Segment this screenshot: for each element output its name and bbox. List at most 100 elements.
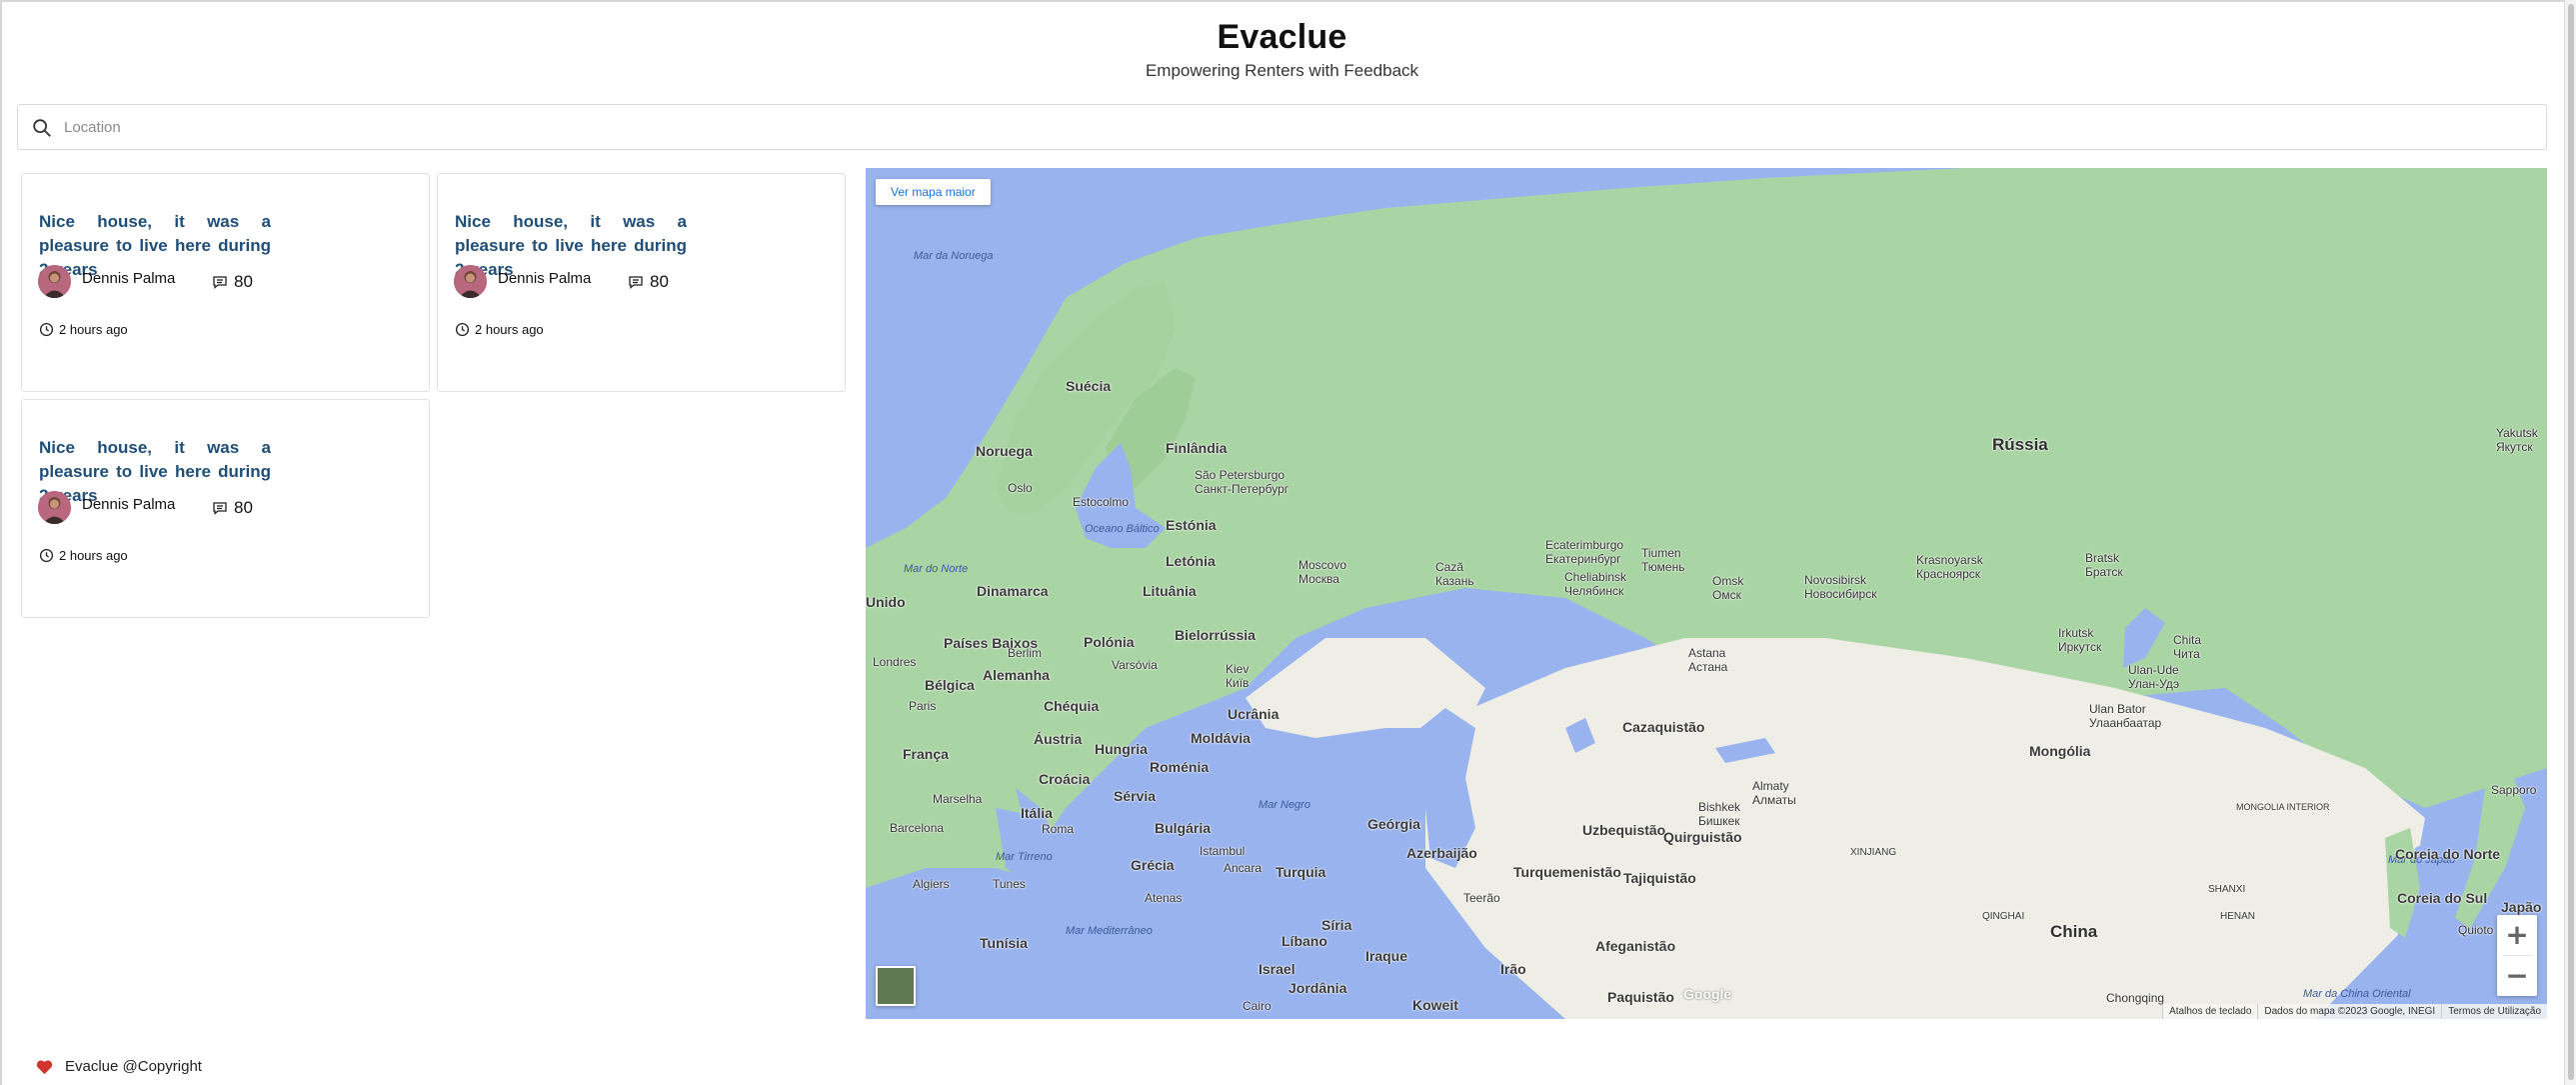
heart-icon <box>36 1059 53 1074</box>
map-label: Atenas <box>1145 891 1183 905</box>
map-zoom-controls: + − <box>2497 915 2537 996</box>
map-label: Hungria <box>1095 741 1148 757</box>
map-label: Astana Астана <box>1688 646 1728 674</box>
location-search-input[interactable] <box>64 105 2533 149</box>
map-geography <box>866 168 2547 1019</box>
map-label: Mar Negro <box>1259 799 1310 811</box>
map-label: Koweit <box>1412 997 1458 1013</box>
review-card[interactable]: Nice house, it was a pleasure to live he… <box>437 173 846 392</box>
map-label: Mar da China Oriental <box>2303 988 2411 1000</box>
map-label: Turquia <box>1276 864 1326 880</box>
larger-map-button[interactable]: Ver mapa maior <box>876 179 991 205</box>
review-card[interactable]: Nice house, it was a pleasure to live he… <box>21 173 430 392</box>
time-label: 2 hours ago <box>59 548 128 563</box>
review-time: 2 hours ago <box>39 548 128 563</box>
avatar <box>38 491 71 524</box>
comment-count: 80 <box>212 272 253 292</box>
map-label: França <box>903 746 949 762</box>
map-label: Líbano <box>1282 933 1327 949</box>
map-label: Cazaquistão <box>1622 719 1705 735</box>
map-label: Mar Tirreno <box>996 851 1053 863</box>
keyboard-shortcuts-link[interactable]: Atalhos de teclado <box>2162 1004 2257 1019</box>
map-label: Tunísia <box>980 935 1028 951</box>
app-title: Evaclue <box>1217 18 1347 56</box>
map-label: Mongólia <box>2029 743 2091 759</box>
map-label: Chéquia <box>1044 698 1100 714</box>
review-card[interactable]: Nice house, it was a pleasure to live he… <box>21 399 430 618</box>
map-label: Krasnoyarsk Красноярск <box>1916 553 1983 581</box>
map-label: Quirguistão <box>1663 829 1742 845</box>
map-label: Iraque <box>1365 948 1408 964</box>
map-label: XINJIANG <box>1850 847 1897 858</box>
avatar <box>454 265 487 298</box>
map-label: Bélgica <box>925 677 975 693</box>
map-label: Marselha <box>933 792 983 806</box>
comment-count-value: 80 <box>234 272 253 291</box>
terms-link[interactable]: Termos de Utilização <box>2441 1004 2547 1019</box>
comment-icon <box>213 502 227 515</box>
map-label: Polónia <box>1084 634 1135 650</box>
map-label: Sapporo <box>2491 783 2537 797</box>
comment-icon <box>213 276 227 289</box>
map-label: Grécia <box>1131 857 1175 873</box>
map-label: Yakutsk Якутск <box>2496 426 2538 454</box>
zoom-in-button[interactable]: + <box>2497 915 2537 955</box>
map-label: Tajiquistão <box>1623 870 1696 886</box>
scrollbar-thumb[interactable] <box>2568 4 2574 1080</box>
map-label: Itália <box>1021 805 1053 821</box>
time-label: 2 hours ago <box>475 322 544 337</box>
clock-icon <box>455 322 470 337</box>
map-label: Síria <box>1321 917 1352 933</box>
search-icon <box>33 119 51 137</box>
page-footer: Evaclue @Copyright <box>36 1058 202 1075</box>
map-label: Tunes <box>993 877 1026 891</box>
map-label: Turquemenistão <box>1513 864 1621 880</box>
map-label: Bishkek Бишкек <box>1698 800 1741 828</box>
map-label: Bielorrússia <box>1175 627 1256 643</box>
map-label: Suécia <box>1066 378 1112 394</box>
map-label: Croácia <box>1039 771 1091 787</box>
map-label: Uzbequistão <box>1582 822 1666 838</box>
map-label: Irão <box>1500 961 1526 977</box>
map-label: Chita Чита <box>2173 633 2202 661</box>
map-label: Estocolmo <box>1073 495 1130 509</box>
clock-icon <box>39 322 54 337</box>
page-scrollbar[interactable] <box>2564 0 2576 1085</box>
comment-count-value: 80 <box>650 272 669 291</box>
map-label: Kiev Київ <box>1226 662 1250 690</box>
map-label: China <box>2050 922 2098 941</box>
map-label: Ulan Bator Улаанбаатар <box>2089 702 2162 730</box>
map-attribution: Atalhos de teclado Dados do mapa ©2023 G… <box>2162 1004 2547 1019</box>
app-subtitle: Empowering Renters with Feedback <box>1145 61 1419 80</box>
map-data-credit: Dados do mapa ©2023 Google, INEGI <box>2257 1004 2441 1019</box>
map-label: Japão <box>2501 899 2542 915</box>
review-time: 2 hours ago <box>455 322 544 337</box>
zoom-out-button[interactable]: − <box>2497 956 2537 996</box>
map[interactable]: Ver mapa maior Mar da Noruega Mar do Nor… <box>866 168 2547 1019</box>
map-label: Algiers <box>913 877 950 891</box>
map-label: Chongqing <box>2106 991 2165 1005</box>
map-label: Coreia do Norte <box>2395 846 2501 862</box>
map-label: Jordânia <box>1288 980 1347 996</box>
clock-icon <box>39 548 54 563</box>
location-search <box>17 104 2547 150</box>
map-label: Mar do Norte <box>904 563 969 575</box>
map-label: Londres <box>873 655 917 669</box>
map-label: Geórgia <box>1367 816 1420 832</box>
map-label: Coreia do Sul <box>2397 890 2488 906</box>
map-label: Dinamarca <box>977 583 1049 599</box>
map-label: Teerão <box>1463 891 1500 905</box>
map-label: MONGOLIA INTERIOR <box>2236 802 2330 812</box>
map-label: Ecaterimburgo Екатеринбург <box>1545 538 1624 566</box>
author-name: Dennis Palma <box>82 496 176 513</box>
map-label: Unido <box>866 594 906 610</box>
map-label: Sérvia <box>1114 788 1157 804</box>
map-label: Roma <box>1042 822 1075 836</box>
copyright-text: Evaclue @Copyright <box>65 1058 202 1075</box>
map-label: Mar Mediterrâneo <box>1066 925 1153 937</box>
map-label: Ucrânia <box>1228 706 1280 722</box>
map-label: Quioto <box>2458 923 2494 937</box>
map-label: Irkutsk Иркутск <box>2058 626 2102 654</box>
map-satellite-toggle[interactable] <box>876 966 916 1006</box>
map-label: Estónia <box>1166 517 1217 533</box>
